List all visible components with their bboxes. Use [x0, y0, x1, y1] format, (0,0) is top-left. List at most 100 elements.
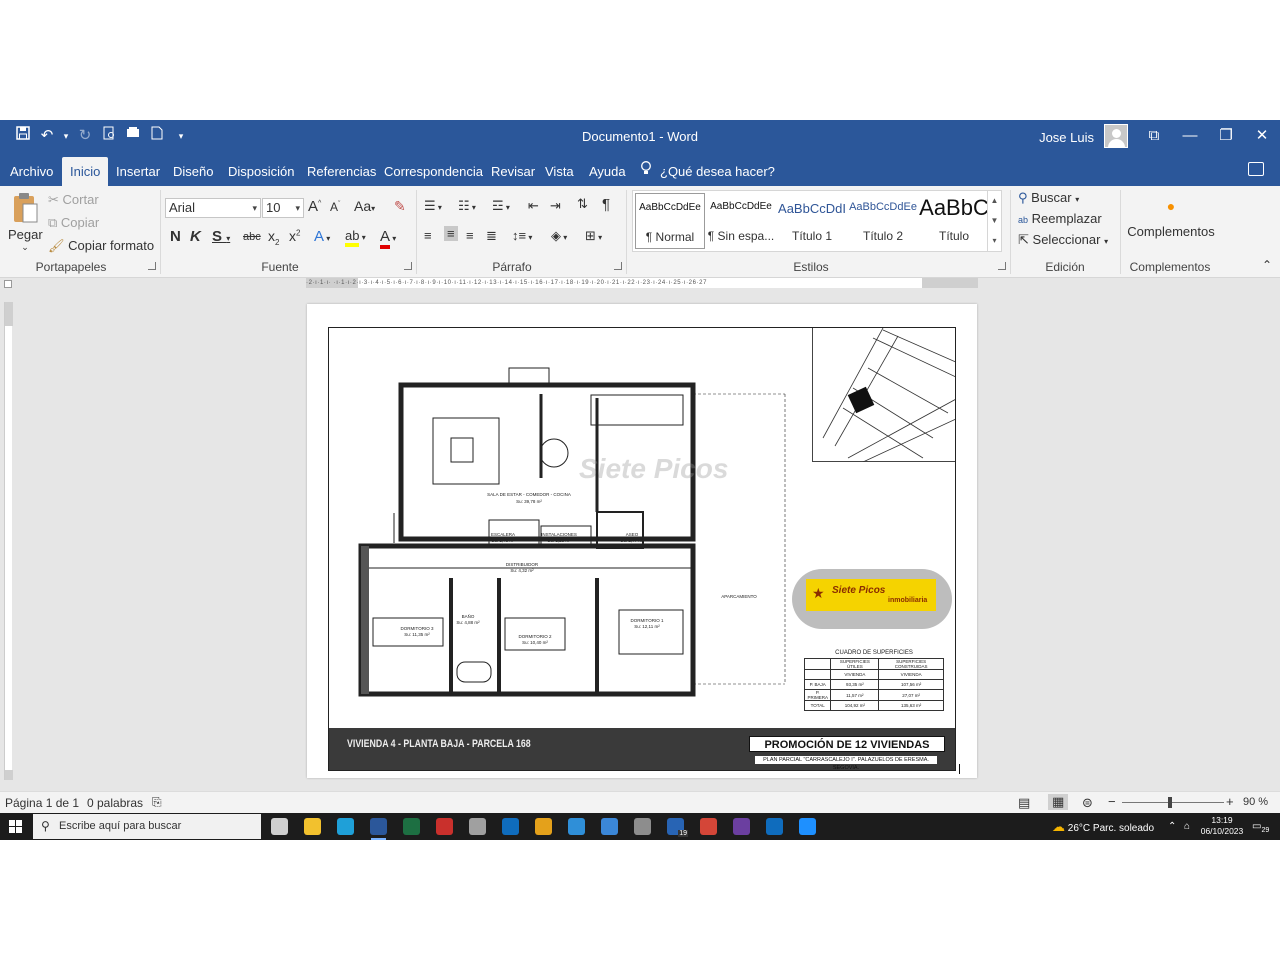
cut-button[interactable]: ✂ Cortar — [48, 192, 99, 208]
clear-format-icon[interactable]: ✎ — [394, 198, 406, 215]
pilcrow-icon[interactable]: ¶ — [602, 196, 610, 213]
weather-widget[interactable]: ☁ 26°C Parc. soleado — [1052, 813, 1154, 840]
print-preview-icon[interactable] — [100, 126, 118, 146]
outlook-app-icon[interactable] — [502, 818, 519, 835]
print-layout-icon[interactable]: ▦ — [1048, 794, 1069, 810]
proofing-icon[interactable]: ⎘ — [152, 795, 162, 810]
shrink-font-button[interactable]: Aˇ — [330, 200, 340, 214]
bold-button[interactable]: N — [170, 228, 181, 245]
change-case-button[interactable]: Aa▾ — [354, 198, 375, 214]
web-layout-icon[interactable]: ⊜ — [1082, 795, 1093, 811]
restore-button[interactable]: ❐ — [1212, 124, 1240, 148]
page-count[interactable]: Página 1 de 1 — [5, 796, 79, 810]
justify-icon[interactable]: ≣ — [486, 228, 497, 244]
dialog-launcher-icon[interactable] — [998, 262, 1006, 270]
tab-revisar[interactable]: Revisar — [487, 157, 539, 186]
store-app-icon[interactable] — [601, 818, 618, 835]
copy-button[interactable]: ⧉ Copiar — [48, 215, 99, 231]
ie-app-icon[interactable] — [568, 818, 585, 835]
strikethrough-button[interactable]: abc — [243, 231, 261, 243]
style-heading-1[interactable]: AaBbCcDdI Título 1 — [777, 193, 847, 249]
text-effects-button[interactable]: A ▾ — [314, 228, 330, 245]
avatar[interactable] — [1104, 124, 1128, 148]
increase-indent-icon[interactable]: ⇥ — [550, 198, 561, 214]
dialog-launcher-icon[interactable] — [148, 262, 156, 270]
underline-button[interactable]: S ▾ — [212, 228, 230, 245]
shading-icon[interactable]: ◈ ▾ — [551, 228, 567, 244]
gallery-scroll[interactable]: ▲ ▼ ▾ — [987, 191, 1001, 251]
style-title[interactable]: AaBbC Título — [919, 193, 989, 249]
tab-correspondencia[interactable]: Correspondencia — [380, 157, 487, 186]
tab-diseno[interactable]: Diseño — [169, 157, 217, 186]
chrome-app-icon[interactable] — [535, 818, 552, 835]
notifications-button[interactable]: ▭29 — [1252, 813, 1269, 840]
zoom-out-button[interactable]: − — [1108, 794, 1116, 809]
dialog-launcher-icon[interactable] — [614, 262, 622, 270]
word-count[interactable]: 0 palabras — [87, 796, 143, 810]
tab-inicio[interactable]: Inicio — [62, 157, 109, 186]
paste-button[interactable]: Pegar ⌄ — [8, 192, 43, 253]
grow-font-button[interactable]: A^ — [308, 198, 321, 215]
addins-button[interactable]: ● Complementos — [1126, 198, 1216, 239]
select-button[interactable]: ⇱ Seleccionar ▾ — [1018, 232, 1108, 248]
customize-qat-icon[interactable]: ▾ — [172, 126, 190, 146]
chrome-profile-app-icon[interactable] — [700, 818, 717, 835]
new-document-icon[interactable] — [148, 126, 166, 146]
save-icon[interactable] — [14, 126, 32, 146]
zoom-in-button[interactable]: + — [1226, 794, 1234, 809]
font-size-combo[interactable]: 10 ▾ — [262, 198, 304, 218]
zoom-level[interactable]: 90 % — [1243, 796, 1268, 808]
align-left-icon[interactable]: ≡ — [424, 228, 432, 243]
italic-button[interactable]: K — [190, 228, 201, 245]
style-heading-2[interactable]: AaBbCcDdEe Título 2 — [848, 193, 918, 249]
font-name-combo[interactable]: Arial ▾ — [165, 198, 261, 218]
subscript-button[interactable]: x2 — [268, 228, 279, 247]
borders-icon[interactable]: ⊞ ▾ — [585, 228, 602, 244]
align-right-icon[interactable]: ≡ — [466, 228, 474, 243]
comments-icon[interactable] — [1248, 162, 1264, 176]
collapse-ribbon-icon[interactable]: ⌃ — [1262, 258, 1272, 272]
chevron-up-icon[interactable]: ▲ — [988, 191, 1001, 211]
task-view-app-icon[interactable] — [271, 818, 288, 835]
vertical-ruler[interactable] — [4, 302, 13, 780]
calendar-app-icon[interactable]: 19 — [667, 818, 688, 837]
network-icon[interactable]: ⌂ — [1184, 813, 1190, 840]
bullets-icon[interactable]: ☰ ▾ — [424, 198, 442, 214]
edge-app-icon[interactable] — [337, 818, 354, 835]
style-no-spacing[interactable]: AaBbCcDdEe ¶ Sin espa... — [706, 193, 776, 249]
photos-app-icon[interactable] — [634, 818, 651, 835]
style-normal[interactable]: AaBbCcDdEe ¶ Normal — [635, 193, 705, 249]
numbering-icon[interactable]: ☷ ▾ — [458, 198, 476, 214]
excel-app-icon[interactable] — [403, 818, 420, 835]
replace-button[interactable]: ab Reemplazar — [1018, 211, 1102, 226]
taskbar-search[interactable]: ⚲ Escribe aquí para buscar — [33, 814, 261, 839]
horizontal-ruler[interactable]: ·2·ı·1·ı· ·ı·1·ı·2·ı·3·ı·4·ı·5·ı·6·ı·7·ı… — [306, 278, 978, 288]
format-painter-button[interactable]: 🖌 Copiar formato — [48, 238, 154, 254]
line-spacing-icon[interactable]: ↕≡ ▾ — [512, 228, 532, 243]
tray-chevron-icon[interactable]: ⌃ — [1168, 813, 1176, 840]
file-explorer-app-icon[interactable] — [304, 818, 321, 835]
zoom-slider-thumb[interactable] — [1167, 797, 1172, 808]
font-color-button[interactable]: A ▾ — [380, 228, 396, 249]
snip-app-icon[interactable] — [799, 818, 816, 835]
minimize-button[interactable]: — — [1176, 124, 1204, 148]
outlook2-app-icon[interactable] — [766, 818, 783, 835]
close-button[interactable]: ✕ — [1248, 124, 1276, 148]
tab-vista[interactable]: Vista — [541, 157, 578, 186]
chevron-down-icon[interactable]: ▼ — [988, 211, 1001, 231]
tab-insertar[interactable]: Insertar — [112, 157, 164, 186]
tab-ayuda[interactable]: Ayuda — [585, 157, 630, 186]
word-app-icon[interactable] — [370, 818, 387, 840]
undo-icon[interactable]: ↶ — [38, 126, 56, 146]
redo-icon[interactable]: ↻ — [76, 126, 94, 146]
chevron-down-icon[interactable]: ▾ — [62, 126, 70, 146]
highlight-button[interactable]: ab ▾ — [345, 228, 366, 247]
more-icon[interactable]: ▾ — [988, 231, 1001, 251]
document-page[interactable]: SALA DE ESTAR - COMEDOR - COCINA Su: 39,… — [307, 304, 977, 778]
ribbon-display-button[interactable]: ⧉ — [1140, 124, 1168, 148]
clock[interactable]: 13:19 06/10/2023 — [1200, 813, 1244, 840]
dialog-launcher-icon[interactable] — [404, 262, 412, 270]
decrease-indent-icon[interactable]: ⇤ — [528, 198, 539, 214]
tab-selector[interactable] — [4, 280, 12, 288]
read-mode-icon[interactable]: ▤ — [1018, 795, 1030, 811]
